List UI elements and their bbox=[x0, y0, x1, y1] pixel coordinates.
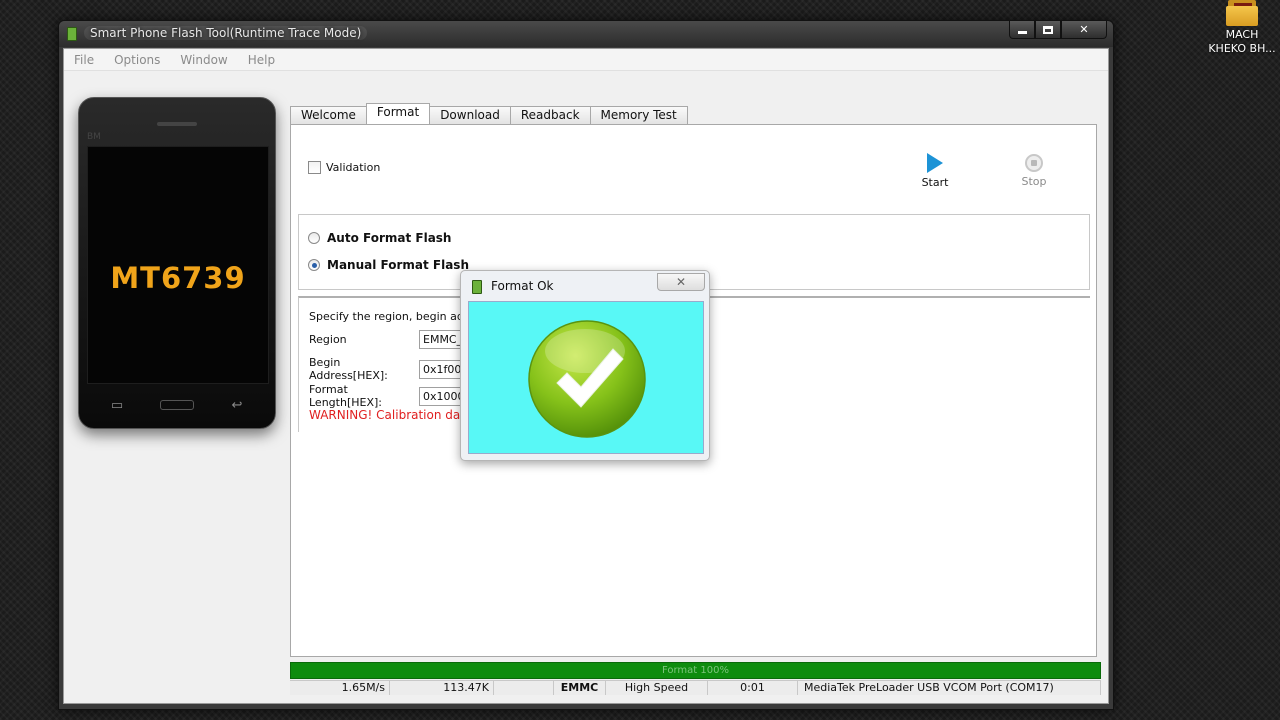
tab-welcome[interactable]: Welcome bbox=[290, 106, 367, 124]
status-bar: 1.65M/s 113.47K EMMC High Speed 0:01 Med… bbox=[290, 680, 1101, 695]
validation-checkbox[interactable] bbox=[308, 161, 321, 174]
status-elapsed-time: 0:01 bbox=[708, 681, 798, 695]
menu-help[interactable]: Help bbox=[248, 53, 275, 67]
check-circle-icon bbox=[528, 320, 646, 438]
tab-format[interactable]: Format bbox=[365, 103, 431, 124]
close-icon: ✕ bbox=[1079, 23, 1089, 36]
menu-file[interactable]: File bbox=[74, 53, 94, 67]
status-empty-cell bbox=[494, 681, 554, 695]
auto-format-label: Auto Format Flash bbox=[327, 231, 452, 245]
stop-button[interactable]: Stop bbox=[1014, 154, 1054, 188]
dialog-close-button[interactable]: ✕ bbox=[657, 273, 705, 291]
window-title: Smart Phone Flash Tool(Runtime Trace Mod… bbox=[84, 26, 368, 40]
back-key-icon: ↩ bbox=[231, 397, 243, 413]
app-icon bbox=[67, 27, 77, 41]
auto-format-option[interactable]: Auto Format Flash bbox=[308, 231, 451, 245]
manual-format-radio[interactable] bbox=[308, 259, 320, 271]
maximize-button[interactable] bbox=[1035, 21, 1061, 39]
minimize-button[interactable] bbox=[1009, 21, 1035, 39]
dialog-body bbox=[468, 301, 704, 454]
status-size: 113.47K bbox=[390, 681, 494, 695]
format-length-label: Format Length[HEX]: bbox=[309, 383, 382, 409]
dialog-title-bar[interactable]: Format Ok ✕ bbox=[461, 271, 709, 299]
desktop-icon-label-line2: KHEKO BH... bbox=[1208, 42, 1276, 55]
status-storage-type: EMMC bbox=[554, 681, 606, 695]
menu-window[interactable]: Window bbox=[180, 53, 227, 67]
manual-format-label: Manual Format Flash bbox=[327, 258, 469, 272]
tab-download[interactable]: Download bbox=[429, 106, 511, 124]
status-speed: 1.65M/s bbox=[290, 681, 390, 695]
desktop-folder-shortcut[interactable]: MACH KHEKO BH... bbox=[1204, 0, 1280, 56]
close-button[interactable]: ✕ bbox=[1061, 21, 1107, 39]
menu-options[interactable]: Options bbox=[114, 53, 160, 67]
phone-speaker bbox=[157, 122, 197, 126]
progress-bar: Format 100% bbox=[290, 662, 1101, 679]
validation-option[interactable]: Validation bbox=[308, 161, 380, 174]
menu-bar: File Options Window Help bbox=[64, 49, 1108, 71]
progress-label: Format 100% bbox=[661, 665, 729, 676]
format-ok-dialog: Format Ok ✕ bbox=[460, 270, 710, 461]
chip-name: MT6739 bbox=[110, 261, 246, 295]
region-label: Region bbox=[309, 333, 347, 346]
status-com-port: MediaTek PreLoader USB VCOM Port (COM17) bbox=[798, 681, 1101, 695]
auto-format-radio[interactable] bbox=[308, 232, 320, 244]
phone-screen: MT6739 bbox=[87, 146, 269, 384]
folder-icon bbox=[1226, 0, 1258, 26]
menu-key-icon: ▭ bbox=[110, 397, 124, 413]
dialog-close-icon: ✕ bbox=[675, 275, 687, 289]
window-controls: ✕ bbox=[1009, 21, 1107, 39]
minimize-icon bbox=[1017, 30, 1027, 34]
calibration-warning: WARNING! Calibration data bbox=[309, 408, 473, 422]
stop-label: Stop bbox=[1021, 175, 1047, 188]
dialog-app-icon bbox=[472, 280, 482, 294]
phone-keys: ▭ ↩ bbox=[99, 396, 255, 414]
tab-bar: Welcome Format Download Readback Memory … bbox=[290, 103, 688, 124]
start-button[interactable]: Start bbox=[915, 153, 955, 189]
phone-illustration: BM MT6739 ▭ ↩ bbox=[78, 97, 276, 429]
validation-label: Validation bbox=[326, 161, 381, 174]
phone-brand: BM bbox=[87, 132, 101, 142]
tab-memory-test[interactable]: Memory Test bbox=[589, 106, 688, 124]
desktop-icon-label-line1: MACH bbox=[1225, 28, 1259, 41]
stop-icon bbox=[1025, 154, 1043, 172]
begin-address-label: Begin Address[HEX]: bbox=[309, 356, 388, 382]
play-icon bbox=[927, 153, 943, 173]
status-usb-speed: High Speed bbox=[606, 681, 708, 695]
start-label: Start bbox=[921, 176, 949, 189]
manual-format-option[interactable]: Manual Format Flash bbox=[308, 258, 469, 272]
tab-readback[interactable]: Readback bbox=[509, 106, 591, 124]
title-bar[interactable]: Smart Phone Flash Tool(Runtime Trace Mod… bbox=[59, 21, 1113, 47]
maximize-icon bbox=[1043, 25, 1053, 34]
dialog-title: Format Ok bbox=[491, 279, 554, 293]
home-key-icon bbox=[160, 400, 194, 410]
